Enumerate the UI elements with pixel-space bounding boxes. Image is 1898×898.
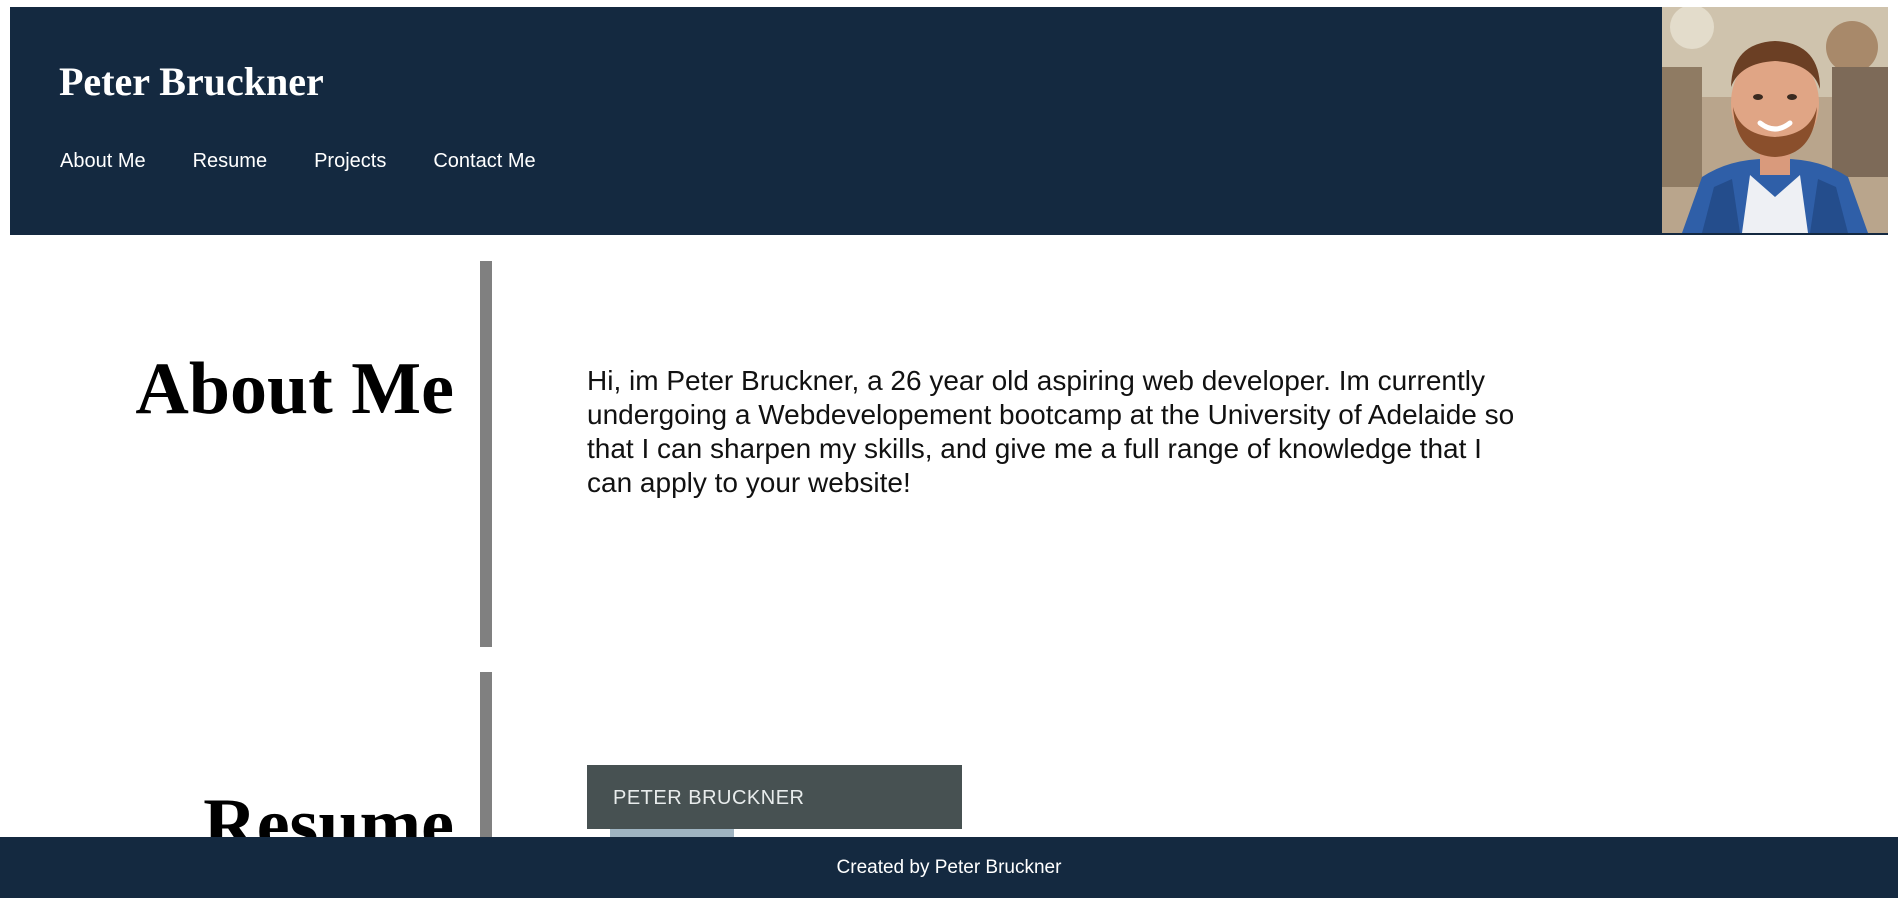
site-title: Peter Bruckner — [59, 59, 324, 104]
nav-link-about-me[interactable]: About Me — [60, 149, 146, 173]
site-header: Peter Bruckner About Me Resume Projects … — [10, 7, 1888, 235]
nav-link-contact-me[interactable]: Contact Me — [433, 149, 535, 173]
footer-text: Created by Peter Bruckner — [836, 856, 1062, 878]
resume-card[interactable]: PETER BRUCKNER — [587, 765, 962, 829]
about-divider — [480, 261, 492, 647]
profile-photo — [1662, 7, 1888, 233]
nav-link-resume[interactable]: Resume — [193, 149, 267, 173]
resume-divider — [480, 672, 492, 842]
main-nav: About Me Resume Projects Contact Me — [60, 149, 536, 173]
site-footer: Created by Peter Bruckner — [0, 837, 1898, 898]
about-text: Hi, im Peter Bruckner, a 26 year old asp… — [587, 365, 1515, 498]
resume-card-name: PETER BRUCKNER — [613, 787, 805, 809]
nav-link-projects[interactable]: Projects — [314, 149, 386, 173]
about-heading: About Me — [135, 348, 454, 430]
